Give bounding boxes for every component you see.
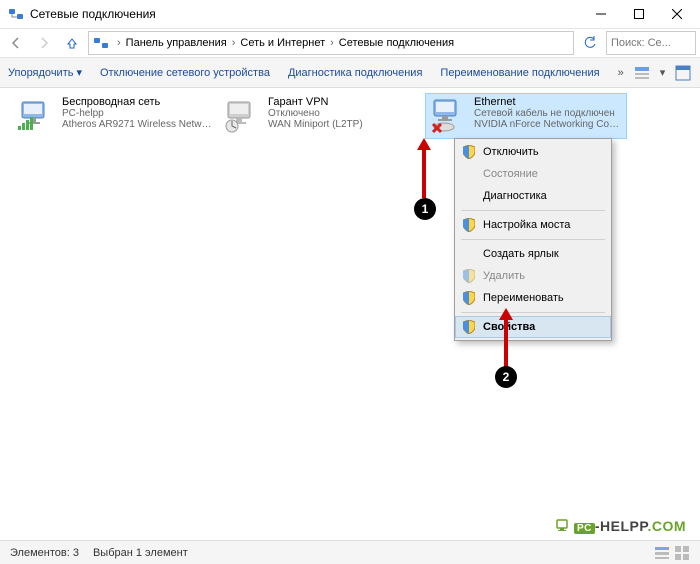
adapter-status: Сетевой кабель не подключен — [474, 108, 624, 119]
shield-icon — [461, 290, 477, 306]
overflow-button[interactable]: » — [618, 67, 624, 79]
separator — [461, 312, 605, 313]
close-button[interactable] — [658, 2, 696, 26]
view-large-icons-icon[interactable] — [674, 545, 690, 561]
ctx-rename[interactable]: Переименовать — [455, 287, 611, 309]
maximize-button[interactable] — [620, 2, 658, 26]
status-count: Элементов: 3 — [10, 547, 79, 559]
nav-up-button[interactable] — [60, 31, 84, 55]
ctx-delete: Удалить — [455, 265, 611, 287]
diagnose-button[interactable]: Диагностика подключения — [288, 67, 422, 79]
search-input[interactable]: Поиск: Се... — [606, 31, 696, 55]
breadcrumb-item[interactable]: Сетевые подключения — [338, 37, 455, 49]
refresh-button[interactable] — [578, 31, 602, 55]
separator — [461, 210, 605, 211]
content-pane: Беспроводная сеть PC-helpp Atheros AR927… — [0, 90, 700, 540]
adapter-name: Гарант VPN — [268, 96, 418, 108]
context-menu: Отключить Состояние Диагностика Настройк… — [454, 138, 612, 341]
window-titlebar: Сетевые подключения — [0, 0, 700, 28]
adapter-name: Ethernet — [474, 96, 624, 108]
command-bar: Упорядочить ▾ Отключение сетевого устрой… — [0, 58, 700, 88]
watermark: PC-HELPP.COM — [555, 518, 686, 534]
nav-forward-button[interactable] — [32, 31, 56, 55]
ctx-diagnose[interactable]: Диагностика — [455, 185, 611, 207]
chevron-down-icon: ▾ — [660, 66, 666, 79]
adapter-device: Atheros AR9271 Wireless Network... — [62, 119, 212, 130]
shield-icon — [461, 319, 477, 335]
breadcrumb-item[interactable]: Панель управления — [125, 37, 228, 49]
shield-icon — [461, 144, 477, 160]
window-icon — [8, 6, 24, 22]
status-selected: Выбран 1 элемент — [93, 547, 188, 559]
adapter-device: WAN Miniport (L2TP) — [268, 119, 418, 130]
chevron-right-icon: › — [228, 37, 240, 49]
minimize-button[interactable] — [582, 2, 620, 26]
ethernet-adapter-icon — [428, 96, 468, 136]
shield-icon — [461, 268, 477, 284]
ctx-shortcut[interactable]: Создать ярлык — [455, 243, 611, 265]
status-bar: Элементов: 3 Выбран 1 элемент — [0, 540, 700, 564]
ctx-status: Состояние — [455, 163, 611, 185]
breadcrumb[interactable]: › Панель управления › Сеть и Интернет › … — [88, 31, 574, 55]
address-bar: › Панель управления › Сеть и Интернет › … — [0, 28, 700, 58]
chevron-down-icon: ▾ — [76, 66, 82, 79]
search-placeholder: Поиск: Се... — [611, 37, 671, 49]
disable-device-button[interactable]: Отключение сетевого устройства — [100, 67, 270, 79]
view-details-icon[interactable] — [654, 545, 670, 561]
ctx-bridge[interactable]: Настройка моста — [455, 214, 611, 236]
chevron-right-icon: › — [113, 37, 125, 49]
adapter-name: Беспроводная сеть — [62, 96, 212, 108]
nav-back-button[interactable] — [4, 31, 28, 55]
view-options-icon[interactable] — [634, 65, 650, 81]
details-pane-icon[interactable] — [675, 65, 691, 81]
adapter-vpn[interactable]: Гарант VPN Отключено WAN Miniport (L2TP) — [220, 94, 420, 138]
adapter-status: Отключено — [268, 108, 418, 119]
adapter-wireless[interactable]: Беспроводная сеть PC-helpp Atheros AR927… — [14, 94, 214, 138]
watermark-icon — [555, 518, 571, 534]
adapter-device: NVIDIA nForce Networking Contr... — [474, 119, 624, 130]
wifi-adapter-icon — [16, 96, 56, 136]
window-title: Сетевые подключения — [30, 7, 582, 21]
annotation-badge-1: 1 — [414, 198, 436, 220]
separator — [461, 239, 605, 240]
breadcrumb-item[interactable]: Сеть и Интернет — [239, 37, 326, 49]
adapter-ethernet[interactable]: Ethernet Сетевой кабель не подключен NVI… — [426, 94, 626, 138]
vpn-adapter-icon — [222, 96, 262, 136]
ctx-disable[interactable]: Отключить — [455, 141, 611, 163]
rename-connection-button[interactable]: Переименование подключения — [440, 67, 599, 79]
organize-menu[interactable]: Упорядочить ▾ — [8, 66, 82, 79]
chevron-right-icon: › — [326, 37, 338, 49]
annotation-badge-2: 2 — [495, 366, 517, 388]
shield-icon — [461, 217, 477, 233]
adapter-status: PC-helpp — [62, 108, 212, 119]
ctx-properties[interactable]: Свойства — [455, 316, 611, 338]
